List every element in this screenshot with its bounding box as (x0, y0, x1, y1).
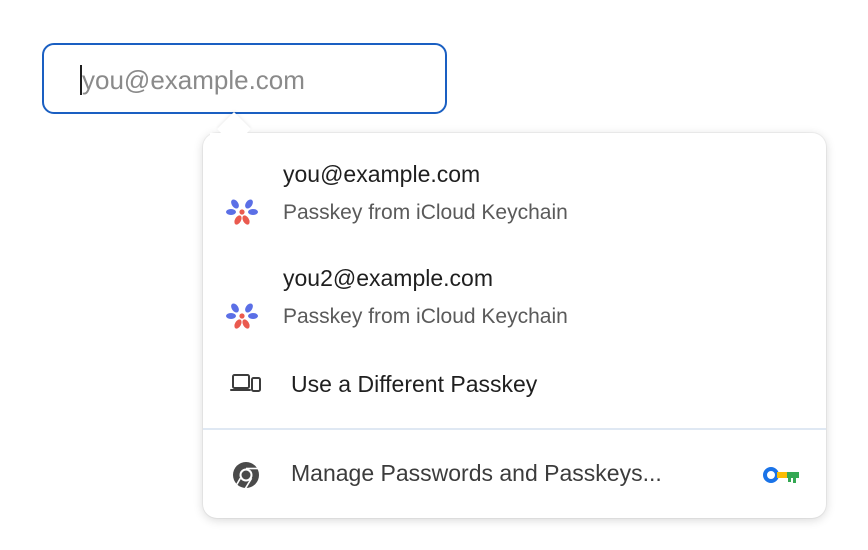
account-email: you@example.com (283, 161, 481, 187)
manage-passwords-item[interactable]: Manage Passwords and Passkeys... (203, 448, 826, 502)
account-source: Passkey from iCloud Keychain (283, 305, 568, 328)
use-different-passkey-item[interactable]: Use a Different Passkey (203, 361, 826, 411)
passkey-icon (226, 199, 258, 225)
passkey-icon (226, 303, 258, 329)
passkey-autofill-dropdown: you@example.com Passkey from iCloud Keyc… (203, 133, 826, 518)
account-email: you2@example.com (283, 265, 493, 291)
dropdown-pointer-mask (210, 133, 258, 151)
passkey-account-item[interactable]: you@example.com Passkey from iCloud Keyc… (203, 153, 826, 253)
devices-icon (230, 374, 261, 392)
passkey-account-item[interactable]: you2@example.com Passkey from iCloud Key… (203, 257, 826, 357)
chrome-icon (233, 462, 259, 489)
email-placeholder: you@example.com (82, 65, 305, 95)
use-different-passkey-label: Use a Different Passkey (291, 371, 538, 397)
manage-passwords-label: Manage Passwords and Passkeys... (291, 460, 662, 486)
key-icon (763, 467, 799, 483)
menu-divider (203, 428, 826, 430)
email-input[interactable]: you@example.com (42, 43, 447, 114)
account-source: Passkey from iCloud Keychain (283, 201, 568, 224)
